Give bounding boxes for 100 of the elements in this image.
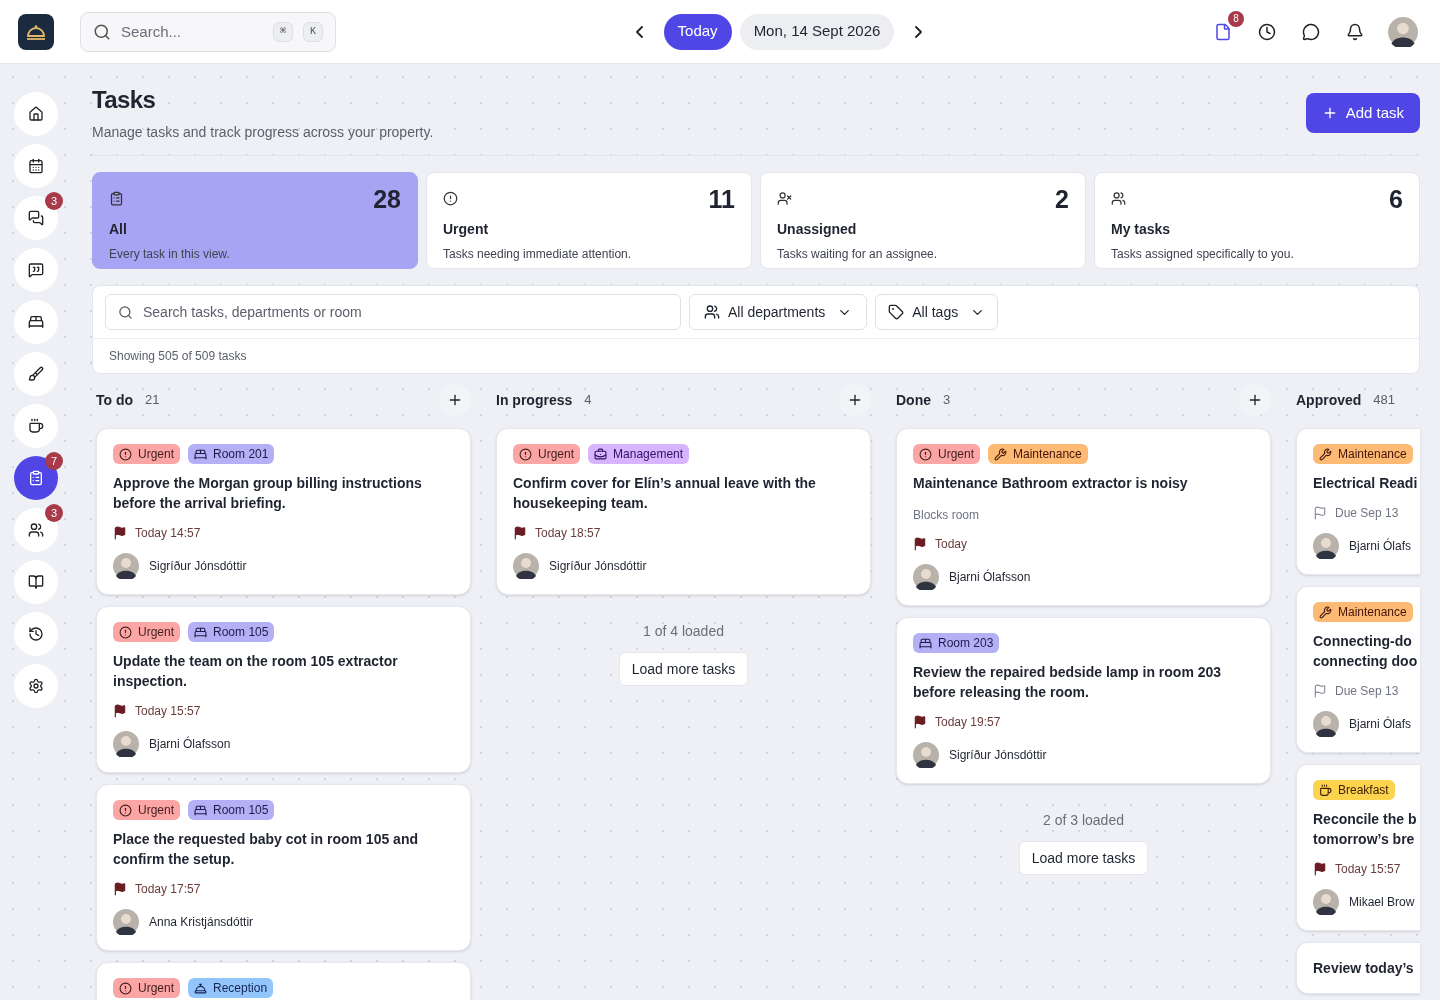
alert-icon: [119, 803, 132, 817]
due-date: Today 19:57: [935, 714, 1001, 731]
notification-badge: 8: [1228, 10, 1244, 27]
task-card[interactable]: Urgent Room 105 Update the team on the room 105 extractor inspection. Today 15:57 Bjarni Ólafsson: [96, 606, 471, 773]
task-card[interactable]: Breakfast Reconcile the b tomorrow’s bre Today 15:57 Mikael Brow: [1296, 764, 1420, 931]
tag: Urgent: [913, 444, 981, 464]
tag: Urgent: [113, 800, 181, 820]
sidebar-item[interactable]: [14, 92, 58, 136]
task-title: connecting doo: [1313, 652, 1419, 671]
tag: Urgent: [113, 622, 181, 642]
cup-icon: [1319, 783, 1332, 797]
date-button[interactable]: Mon, 14 Sept 2026: [739, 13, 895, 50]
sidebar-item[interactable]: [14, 404, 58, 448]
add-task-button[interactable]: [439, 384, 471, 416]
add-task-button[interactable]: [1239, 384, 1271, 416]
bell-logo-icon: [25, 22, 47, 41]
assignee-name: Bjarni Ólafsson: [149, 735, 231, 753]
sidebar-item[interactable]: [14, 196, 58, 240]
sidebar-item[interactable]: [14, 144, 58, 188]
wrench-icon: [994, 447, 1008, 461]
plus-icon: [847, 392, 863, 408]
load-more-button[interactable]: Load more tasks: [618, 652, 749, 686]
avatar: [1388, 16, 1418, 47]
tag: Room 105: [188, 800, 275, 820]
sidebar-item[interactable]: [14, 352, 58, 396]
task-card[interactable]: Urgent Room 201 Approve the Morgan group billing instructions before the arrival briefing. Today 14:57 Sigríður Jónsdóttir: [96, 428, 471, 595]
avatar: [1313, 533, 1339, 559]
history-icon: [28, 626, 44, 642]
due-date: Today 15:57: [1335, 861, 1401, 878]
sidebar-item[interactable]: [14, 456, 58, 500]
stat-description: Tasks needing immediate attention.: [443, 246, 633, 263]
task-card[interactable]: Room 203 Review the repaired bedside lamp in room 203 before releasing the room. Today 19:57 Sigríður Jónsdóttir: [896, 617, 1271, 784]
bed-icon: [194, 803, 208, 817]
task-card[interactable]: Review today’s: [1296, 942, 1420, 994]
loaded-count: 2 of 3 loaded: [1043, 811, 1124, 830]
loaded-count: 1 of 4 loaded: [643, 622, 724, 641]
assignee-name: Mikael Brow: [1349, 894, 1415, 911]
task-card[interactable]: Urgent Maintenance Maintenance Bathroom extractor is noisy Blocks room Today Bjarni Ólafsson: [896, 428, 1271, 606]
assignee-name: Sigríður Jónsdóttir: [549, 558, 647, 575]
column-count: 21: [145, 391, 160, 410]
alert-icon: [443, 191, 458, 206]
task-card[interactable]: Urgent Room 105 Place the requested baby cot in room 105 and confirm the setup. Today 17:57 Anna Kristjánsdóttir: [96, 784, 471, 951]
stat-count: 28: [373, 185, 401, 213]
tags-dropdown[interactable]: All tags: [875, 294, 999, 330]
sidebar-item[interactable]: [14, 560, 58, 604]
notification-badge: 7: [45, 452, 63, 470]
task-title: Reconcile the b: [1313, 810, 1418, 829]
tag: Maintenance: [1313, 602, 1413, 622]
tag: Reception: [188, 978, 274, 998]
tag: Urgent: [113, 978, 181, 998]
sidebar-item[interactable]: [14, 612, 58, 656]
task-card[interactable]: Urgent Reception: [96, 962, 471, 1000]
book-icon: [28, 574, 44, 590]
search-icon: [93, 22, 111, 41]
bell-icon: [194, 981, 208, 995]
today-button[interactable]: Today: [663, 13, 732, 50]
load-more-button[interactable]: Load more tasks: [1018, 841, 1149, 875]
due-date: Today 17:57: [135, 881, 201, 898]
task-title: Place the requested baby cot in room 105 and confirm the setup.: [113, 830, 419, 869]
stat-card[interactable]: 28 All Every task in this view.: [92, 172, 418, 269]
search-field[interactable]: Search...: [121, 12, 263, 51]
bed-icon: [194, 625, 208, 639]
avatar: [113, 553, 139, 579]
column-title: To do: [96, 390, 134, 410]
add-task-button[interactable]: Add task: [1305, 93, 1420, 133]
sidebar-item[interactable]: [14, 248, 58, 292]
search-box[interactable]: Search... ⌘ K: [80, 11, 336, 52]
stat-card[interactable]: 6 My tasks Tasks assigned specifically to you.: [1094, 172, 1420, 269]
stat-card[interactable]: 11 Urgent Tasks needing immediate attention.: [426, 172, 752, 269]
bed-icon: [194, 447, 208, 461]
alert-icon: [919, 447, 932, 461]
clipboard-icon: [28, 470, 44, 486]
plus-icon: [447, 392, 463, 408]
assignee-name: Sigríður Jónsdóttir: [949, 747, 1047, 764]
column-title: Approved: [1296, 390, 1362, 410]
users-icon: [704, 304, 720, 320]
task-card[interactable]: Urgent Management Confirm cover for Elín’s annual leave with the housekeeping team. Today 18:57 Sigríður Jónsdóttir: [496, 428, 871, 595]
sidebar-item[interactable]: [14, 664, 58, 708]
alert-icon: [519, 447, 532, 461]
task-note: Blocks room: [913, 507, 981, 524]
sidebar-item[interactable]: [14, 508, 58, 552]
alert-icon: [119, 625, 132, 639]
departments-dropdown[interactable]: All departments: [689, 294, 868, 330]
task-title: Review the repaired bedside lamp in room 203 before releasing the room.: [913, 663, 1223, 702]
logo[interactable]: [18, 13, 54, 50]
task-card[interactable]: Maintenance Electrical Readi Due Sep 13 Bjarni Ólafs: [1296, 428, 1420, 575]
task-title: Maintenance Bathroom extractor is noisy: [913, 474, 1189, 493]
stat-card[interactable]: 2 Unassigned Tasks waiting for an assignee.: [760, 172, 1086, 269]
stat-description: Tasks assigned specifically to you.: [1111, 246, 1295, 263]
tag: Room 203: [913, 633, 1000, 653]
due-date: Today: [935, 536, 968, 553]
tag: Urgent: [513, 444, 581, 464]
sidebar-item[interactable]: [14, 300, 58, 344]
avatar: [913, 742, 939, 768]
bed-icon: [919, 636, 932, 650]
task-title: Connecting-do: [1313, 632, 1413, 651]
add-task-button[interactable]: [839, 384, 871, 416]
task-card[interactable]: Maintenance Connecting-do connecting doo Due Sep 13 Bjarni Ólafs: [1296, 586, 1420, 753]
plus-icon: [1247, 392, 1263, 408]
user-x-icon: [777, 191, 792, 206]
